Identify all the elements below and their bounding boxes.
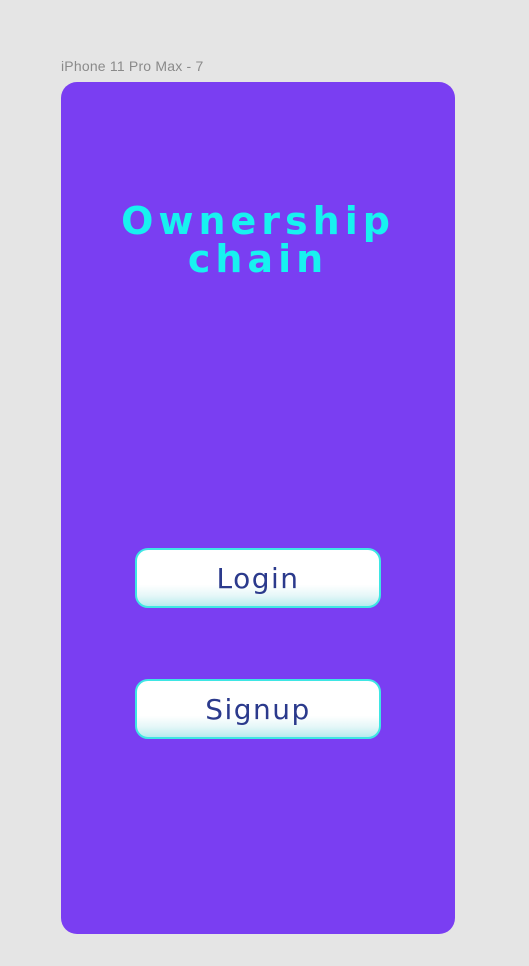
phone-screen: Ownership chain Login Signup (61, 82, 455, 934)
artboard-label: iPhone 11 Pro Max - 7 (61, 58, 204, 74)
app-title-line-1: Ownership (121, 199, 395, 243)
login-button-label: Login (216, 561, 300, 595)
signup-button-label: Signup (205, 692, 311, 726)
app-title: Ownership chain (61, 202, 455, 278)
login-button[interactable]: Login (135, 548, 381, 608)
app-title-line-2: chain (187, 237, 329, 281)
signup-button[interactable]: Signup (135, 679, 381, 739)
